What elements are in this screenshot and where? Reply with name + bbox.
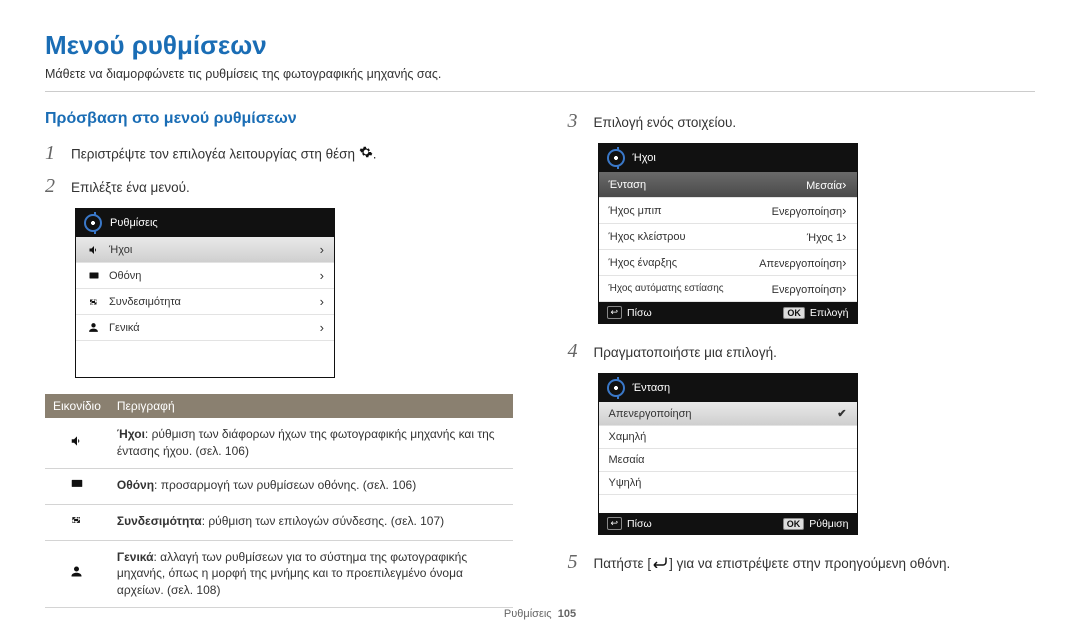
page-footer: Ρυθμίσεις 105	[0, 608, 1080, 620]
table-row: Γενικά: αλλαγή των ρυθμίσεων για το σύστ…	[45, 540, 513, 607]
left-column: Πρόσβαση στο μενού ρυθμίσεων 1 Περιστρέψ…	[45, 110, 513, 608]
return-icon	[651, 556, 669, 571]
description-table: Εικονίδιο Περιγραφή Ήχοι: ρύθμιση των δι…	[45, 394, 513, 608]
step-text: Πατήστε [] για να επιστρέψετε στην προηγ…	[594, 555, 1036, 574]
menu-item[interactable]: Ήχος κλείστρου Ήχος 1›	[599, 224, 857, 250]
chevron-right-icon: ›	[320, 268, 324, 283]
back-icon: ↩	[607, 306, 623, 319]
menu-item[interactable]: Ήχος μπιπ Ενεργοποίηση›	[599, 198, 857, 224]
step-4: 4 Πραγματοποιήστε μια επιλογή.	[568, 340, 1036, 363]
menu-item[interactable]: Ένταση Μεσαία›	[599, 172, 857, 198]
step-text: Πραγματοποιήστε μια επιλογή.	[594, 344, 1036, 363]
step-text: Περιστρέψτε τον επιλογέα λειτουργίας στη…	[71, 145, 513, 165]
general-icon	[86, 321, 101, 335]
dial-icon	[607, 149, 625, 167]
menu-title: Ρυθμίσεις	[110, 217, 158, 229]
chevron-right-icon: ›	[320, 294, 324, 309]
step-number: 3	[568, 110, 584, 133]
menu-item[interactable]: Απενεργοποίηση ✔	[599, 402, 857, 426]
menu-title: Ένταση	[633, 382, 671, 394]
display-icon	[86, 269, 101, 283]
menu-item[interactable]: Υψηλή	[599, 472, 857, 495]
col-desc: Περιγραφή	[109, 394, 513, 418]
sound-icon	[69, 437, 85, 451]
ok-button-icon: OK	[783, 307, 805, 319]
chevron-right-icon: ›	[842, 229, 846, 244]
camera-menu-settings: Ρυθμίσεις Ήχοι › Οθόνη › Συνδεσιμότητα ›	[75, 208, 335, 378]
menu-item[interactable]: Γενικά ›	[76, 315, 334, 341]
chevron-right-icon: ›	[320, 320, 324, 335]
camera-menu-sounds: Ήχοι Ένταση Μεσαία› Ήχος μπιπ Ενεργοποίη…	[598, 143, 858, 324]
table-row: Οθόνη: προσαρμογή των ρυθμίσεων οθόνης. …	[45, 468, 513, 504]
connectivity-icon	[69, 516, 85, 530]
sound-icon	[86, 243, 101, 257]
step-number: 5	[568, 551, 584, 574]
menu-item[interactable]: Χαμηλή	[599, 426, 857, 449]
table-row: Ήχοι: ρύθμιση των διάφορων ήχων της φωτο…	[45, 418, 513, 468]
general-icon	[69, 568, 84, 582]
step-number: 1	[45, 142, 61, 165]
chevron-right-icon: ›	[842, 281, 846, 296]
gear-icon	[359, 145, 373, 165]
step-text: Επιλέξτε ένα μενού.	[71, 179, 513, 198]
step-1: 1 Περιστρέψτε τον επιλογέα λειτουργίας σ…	[45, 142, 513, 165]
menu-item[interactable]: Ήχος αυτόματης εστίασης Ενεργοποίηση›	[599, 276, 857, 302]
menu-item[interactable]: Μεσαία	[599, 449, 857, 472]
step-5: 5 Πατήστε [] για να επιστρέψετε στην προ…	[568, 551, 1036, 574]
chevron-right-icon: ›	[842, 177, 846, 192]
chevron-right-icon: ›	[842, 255, 846, 270]
step-2: 2 Επιλέξτε ένα μενού.	[45, 175, 513, 198]
connectivity-icon	[86, 295, 101, 309]
table-row: Συνδεσιμότητα: ρύθμιση των επιλογών σύνδ…	[45, 504, 513, 540]
page-title: Μενού ρυθμίσεων	[45, 30, 1035, 61]
display-icon	[69, 480, 85, 494]
menu-title: Ήχοι	[633, 152, 656, 164]
menu-item[interactable]: Συνδεσιμότητα ›	[76, 289, 334, 315]
step-number: 4	[568, 340, 584, 363]
ok-button-icon: OK	[783, 518, 805, 530]
dial-icon	[607, 379, 625, 397]
right-column: 3 Επιλογή ενός στοιχείου. Ήχοι Ένταση Με…	[568, 110, 1036, 608]
back-icon: ↩	[607, 517, 623, 530]
chevron-right-icon: ›	[320, 242, 324, 257]
col-icon: Εικονίδιο	[45, 394, 109, 418]
page-subtitle: Μάθετε να διαμορφώνετε τις ρυθμίσεις της…	[45, 67, 1035, 92]
check-icon: ✔	[837, 407, 846, 420]
menu-item[interactable]: Οθόνη ›	[76, 263, 334, 289]
menu-item[interactable]: Ήχοι ›	[76, 237, 334, 263]
step-number: 2	[45, 175, 61, 198]
step-3: 3 Επιλογή ενός στοιχείου.	[568, 110, 1036, 133]
section-heading: Πρόσβαση στο μενού ρυθμίσεων	[45, 110, 513, 128]
camera-menu-volume: Ένταση Απενεργοποίηση ✔ Χαμηλή Μεσαία Υψ…	[598, 373, 858, 535]
dial-icon	[84, 214, 102, 232]
menu-item[interactable]: Ήχος έναρξης Απενεργοποίηση›	[599, 250, 857, 276]
chevron-right-icon: ›	[842, 203, 846, 218]
step-text: Επιλογή ενός στοιχείου.	[594, 114, 1036, 133]
